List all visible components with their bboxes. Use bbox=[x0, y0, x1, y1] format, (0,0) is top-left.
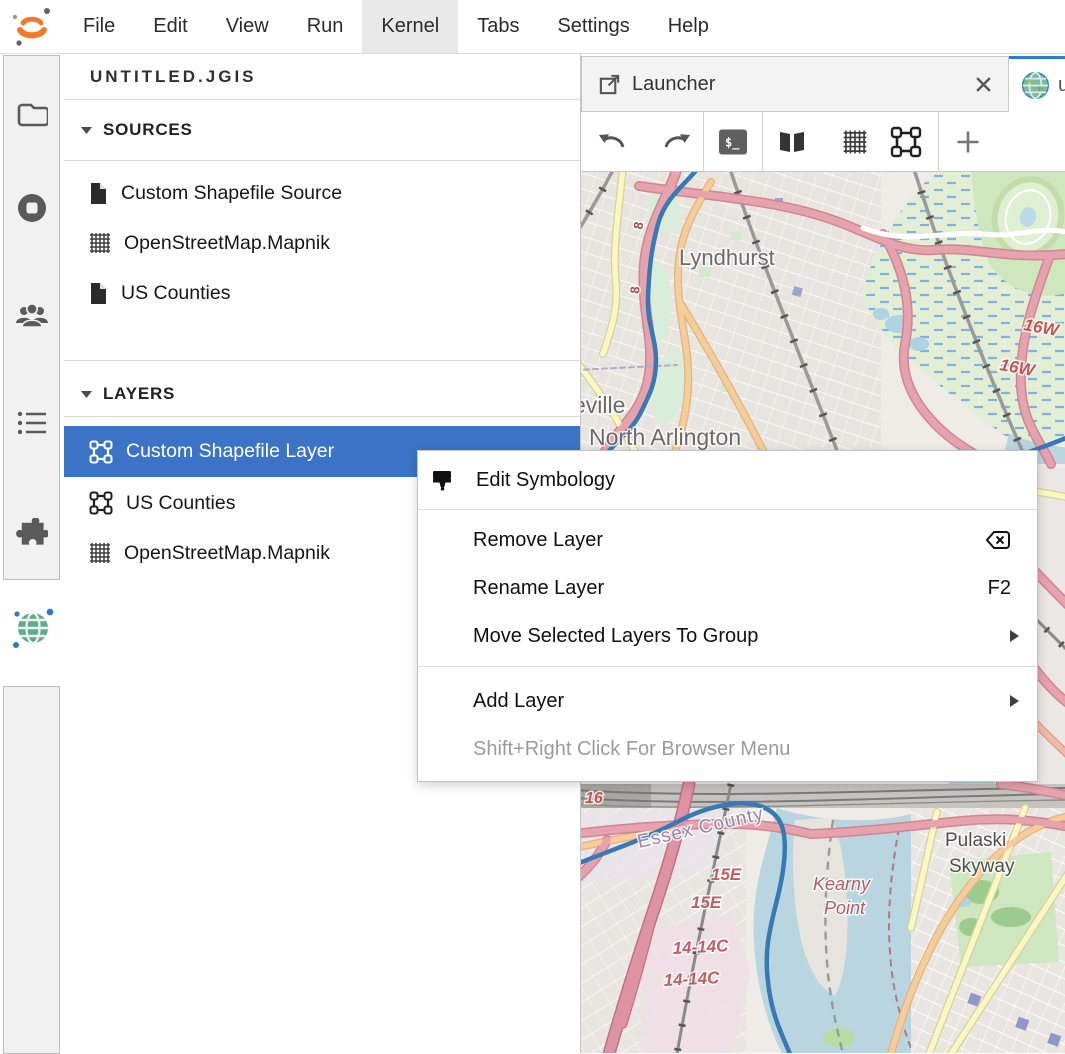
menu-help[interactable]: Help bbox=[649, 0, 728, 53]
map-label-skyway: Skyway bbox=[949, 856, 1015, 877]
source-item-us-counties[interactable]: US Counties bbox=[64, 268, 580, 318]
map-label-belleville: eville bbox=[581, 392, 625, 418]
context-menu-item-label: Remove Layer bbox=[473, 529, 603, 552]
globe-gis-icon[interactable] bbox=[7, 602, 57, 654]
map-exit-15e-a: 15E bbox=[711, 865, 742, 884]
globe-icon bbox=[1021, 69, 1050, 102]
menu-view[interactable]: View bbox=[207, 0, 288, 53]
layer-item-label: US Counties bbox=[126, 492, 235, 515]
main-tab-bar: Launcher untitled.jgis bbox=[581, 56, 1065, 112]
source-item-label: OpenStreetMap.Mapnik bbox=[124, 232, 330, 255]
tab-launcher-label: Launcher bbox=[632, 73, 715, 96]
raster-grid-button[interactable] bbox=[843, 129, 868, 154]
left-sidebar bbox=[0, 54, 64, 1053]
vector-polygon-icon bbox=[89, 491, 113, 515]
caret-down-icon bbox=[81, 127, 92, 134]
map-label-pulaski: Pulaski bbox=[945, 830, 1006, 851]
sources-section-header[interactable]: SOURCES bbox=[81, 120, 193, 140]
jupyter-logo-icon bbox=[0, 0, 64, 53]
map-exit-16: 16 bbox=[585, 790, 603, 807]
context-menu-remove-layer[interactable]: Remove Layer bbox=[418, 516, 1037, 564]
shortcut-f2: F2 bbox=[988, 577, 1011, 600]
source-item-osm-mapnik[interactable]: OpenStreetMap.Mapnik bbox=[64, 218, 580, 268]
caret-down-icon bbox=[81, 391, 92, 398]
map-label-kearny: Kearny bbox=[813, 874, 871, 894]
file-icon bbox=[89, 182, 108, 205]
sidebar-tab-group-bottom bbox=[3, 686, 60, 1054]
menu-run[interactable]: Run bbox=[288, 0, 363, 53]
context-menu-move-to-group[interactable]: Move Selected Layers To Group bbox=[418, 612, 1037, 660]
jgis-toolbar: $_ bbox=[581, 112, 1065, 172]
tab-untitled-jgis[interactable]: untitled.jgis bbox=[1009, 56, 1065, 112]
map-exit-14-b: 14-14C bbox=[663, 968, 720, 990]
source-item-custom-shapefile[interactable]: Custom Shapefile Source bbox=[64, 168, 580, 218]
launcher-icon bbox=[598, 73, 621, 96]
file-icon bbox=[89, 282, 108, 305]
vector-polygon-button[interactable] bbox=[890, 126, 922, 158]
layer-item-label: Custom Shapefile Layer bbox=[126, 440, 334, 463]
submenu-arrow-icon bbox=[1010, 695, 1019, 707]
undo-button[interactable] bbox=[598, 131, 626, 153]
layers-header-label: LAYERS bbox=[103, 384, 175, 404]
context-menu-add-layer[interactable]: Add Layer bbox=[418, 677, 1037, 725]
raster-grid-icon bbox=[89, 542, 111, 564]
source-item-label: US Counties bbox=[121, 282, 230, 305]
folder-icon[interactable] bbox=[16, 101, 48, 128]
redo-button[interactable] bbox=[663, 131, 691, 153]
layer-item-label: OpenStreetMap.Mapnik bbox=[124, 542, 330, 565]
menu-settings[interactable]: Settings bbox=[538, 0, 648, 53]
close-icon[interactable] bbox=[975, 76, 992, 93]
context-menu-rename-layer[interactable]: Rename Layer F2 bbox=[418, 564, 1037, 612]
users-icon[interactable] bbox=[15, 301, 49, 329]
layer-context-menu: Edit Symbology Remove Layer Rename Layer… bbox=[417, 450, 1038, 782]
map-exit-14-a: 14-14C bbox=[672, 936, 729, 958]
menu-file[interactable]: File bbox=[64, 0, 134, 53]
context-menu-item-label: Move Selected Layers To Group bbox=[473, 625, 758, 648]
tab-launcher[interactable]: Launcher bbox=[581, 56, 1009, 112]
source-item-label: Custom Shapefile Source bbox=[121, 182, 342, 205]
list-icon[interactable] bbox=[16, 410, 48, 436]
menu-kernel[interactable]: Kernel bbox=[362, 0, 458, 53]
sources-header-label: SOURCES bbox=[103, 120, 193, 140]
book-identify-button[interactable] bbox=[777, 130, 807, 154]
menu-edit[interactable]: Edit bbox=[134, 0, 206, 53]
context-menu-item-label: Edit Symbology bbox=[476, 469, 615, 492]
context-menu-edit-symbology[interactable]: Edit Symbology bbox=[418, 451, 1037, 509]
puzzle-icon[interactable] bbox=[16, 518, 48, 550]
submenu-arrow-icon bbox=[1010, 630, 1019, 642]
vector-polygon-icon bbox=[89, 440, 113, 464]
map-exit-15e-b: 15E bbox=[691, 893, 722, 912]
context-menu-item-label: Rename Layer bbox=[473, 577, 604, 600]
context-menu-item-label: Add Layer bbox=[473, 690, 564, 713]
svg-text:$_: $_ bbox=[725, 135, 740, 150]
panel-title: UNTITLED.JGIS bbox=[90, 67, 257, 87]
context-menu-item-label: Shift+Right Click For Browser Menu bbox=[473, 738, 790, 761]
menu-bar: File Edit View Run Kernel Tabs Settings … bbox=[0, 0, 1065, 54]
map-label-lyndhurst: Lyndhurst bbox=[679, 245, 775, 270]
menu-tabs[interactable]: Tabs bbox=[458, 0, 538, 53]
add-button[interactable] bbox=[955, 128, 982, 155]
layers-section-header[interactable]: LAYERS bbox=[81, 384, 175, 404]
context-menu-browser-menu-hint: Shift+Right Click For Browser Menu bbox=[418, 725, 1037, 773]
raster-grid-icon bbox=[89, 232, 111, 254]
tab-untitled-label: untitled.jgis bbox=[1058, 74, 1065, 97]
map-label-north-arlington: North Arlington bbox=[589, 424, 741, 450]
terminal-console-button[interactable]: $_ bbox=[718, 128, 748, 155]
map-label-point: Point bbox=[824, 898, 866, 918]
remove-box-icon bbox=[985, 530, 1011, 550]
symbology-brush-icon bbox=[430, 468, 455, 493]
map-shield-8b: 8 bbox=[627, 286, 643, 295]
stop-circle-icon[interactable] bbox=[16, 192, 48, 224]
